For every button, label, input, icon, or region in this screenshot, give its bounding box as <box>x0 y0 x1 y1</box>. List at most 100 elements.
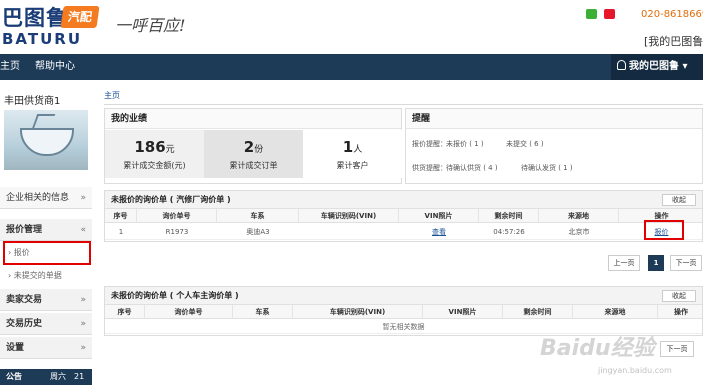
avatar-boat-shape <box>20 128 74 156</box>
col-order: 询价单号 <box>145 305 233 319</box>
col-no: 序号 <box>105 305 145 319</box>
user-menu-button[interactable]: 我的巴图鲁 ▾ <box>611 54 703 80</box>
sidebar-item-label: 企业相关的信息 <box>6 193 70 203</box>
stat-value-customers: 1人 <box>303 138 402 156</box>
chevron-right-icon: » <box>80 295 86 305</box>
col-origin: 来源地 <box>539 209 619 223</box>
notice-day: 21 <box>74 372 85 381</box>
next-page-button[interactable]: 下一页 <box>670 255 702 271</box>
view-photo-link[interactable]: 查看 <box>399 224 479 240</box>
reminder-unquoted-link[interactable]: 未报价 ( 1 ) <box>446 139 484 149</box>
stat-label: 累计成交金额(元) <box>123 161 186 170</box>
stat-value-orders: 2份 <box>204 138 303 156</box>
caret-down-icon: ▾ <box>682 61 688 72</box>
reminder-quote-label: 报价提醒： <box>412 140 447 148</box>
notice-bar[interactable]: 公告 周六 21 <box>0 369 92 385</box>
company-name: 丰田供货商1 <box>4 96 61 107</box>
notice-label: 公告 <box>6 372 22 381</box>
table-header: 序号 询价单号 车系 车辆识别码(VIN) VIN照片 剩余时间 来源地 操作 <box>105 209 702 223</box>
col-action: 操作 <box>674 308 688 316</box>
sidebar-item-label: 卖家交易 <box>6 295 43 305</box>
collapse-button[interactable]: 收起 <box>662 194 696 206</box>
sidebar-item-label: 设置 <box>6 343 25 353</box>
cell-remaining: 04:57:26 <box>493 228 525 236</box>
logo-mark: 汽配 <box>60 6 100 28</box>
prev-page-button[interactable]: 上一页 <box>608 255 640 271</box>
panel-title: 未报价的询价单 ( 汽修厂询价单 ) 收起 <box>105 191 702 209</box>
col-series: 车系 <box>217 209 299 223</box>
stat-number: 186 <box>134 138 166 156</box>
cell-vin <box>299 224 399 240</box>
stat-total-amount: 186元 累计成交金额(元) <box>105 130 204 178</box>
slogan: 一呼百应! <box>115 16 186 35</box>
stat-number: 2 <box>243 138 255 156</box>
sidebar-subitem-unsubmitted[interactable]: › 未提交的单据 <box>0 266 92 286</box>
reminders-box: 提醒 报价提醒： 未报价 ( 1 ) 未提交 ( 6 ) 供货提醒： 待确认供货… <box>405 108 703 184</box>
stat-label: 累计成交订单 <box>229 161 278 170</box>
stat-unit: 元 <box>165 145 175 155</box>
stat-unit: 人 <box>353 145 363 155</box>
phone-number: 020-86186699 <box>641 9 703 20</box>
logo-english[interactable]: BATURU <box>2 31 82 47</box>
stat-label: 累计客户 <box>336 161 369 170</box>
reminder-supply-label: 供货提醒： <box>412 164 447 172</box>
chevron-right-icon: » <box>80 319 86 329</box>
notice-weekday: 周六 <box>50 372 66 381</box>
col-vin-photo: VIN照片 <box>399 209 479 223</box>
reminder-unsubmitted-link[interactable]: 未提交 ( 6 ) <box>506 139 544 149</box>
col-remaining: 剩余时间 <box>503 305 573 319</box>
cell-no: 1 <box>118 228 124 236</box>
cell-series: 奥迪A3 <box>246 228 270 236</box>
sidebar-item-settings[interactable]: 设置 » <box>0 337 92 359</box>
wechat-icon[interactable] <box>586 9 597 19</box>
user-menu-label: 我的巴图鲁 <box>629 61 679 72</box>
nav-home[interactable]: 主页 <box>0 54 20 80</box>
logo-chinese[interactable]: 巴图鲁 <box>2 6 68 30</box>
next-page-button[interactable]: 下一页 <box>660 341 694 357</box>
col-order: 询价单号 <box>137 209 217 223</box>
weibo-icon[interactable] <box>604 9 615 19</box>
table-header: 序号 询价单号 车系 车辆识别码(VIN) VIN照片 剩余时间 来源地 操作 <box>105 305 702 319</box>
reminders-title: 提醒 <box>406 109 702 129</box>
cell-origin: 北京市 <box>568 228 590 236</box>
performance-title: 我的业绩 <box>105 109 401 129</box>
panel-title-text: 未报价的询价单 ( 汽修厂询价单 ) <box>111 195 231 204</box>
highlight-box-quote-action <box>644 220 684 240</box>
site-header: 巴图鲁 汽配 BATURU 一呼百应! 020-86186699 [我的巴图鲁] <box>0 0 703 54</box>
chevron-right-icon: » <box>80 193 86 203</box>
sidebar-item-label: 交易历史 <box>6 319 43 329</box>
breadcrumb[interactable]: 主页 <box>104 90 120 101</box>
reminder-confirm-shipment-link[interactable]: 待确认发货 ( 1 ) <box>521 163 573 173</box>
col-vin: 车辆识别码(VIN) <box>293 305 423 319</box>
panel-title: 未报价的询价单 ( 个人车主询价单 ) 收起 <box>105 287 702 305</box>
reminder-confirm-supply-link[interactable]: 待确认供货 ( 4 ) <box>446 163 498 173</box>
highlight-box-quote <box>3 241 91 265</box>
company-avatar <box>4 110 88 170</box>
panel-personal-inquiries: 未报价的询价单 ( 个人车主询价单 ) 收起 序号 询价单号 车系 车辆识别码(… <box>104 286 703 336</box>
cell-order: R1973 <box>165 228 189 236</box>
col-series: 车系 <box>233 305 293 319</box>
stat-total-customers: 1人 累计客户 <box>303 130 402 178</box>
subitem-label: 未提交的单据 <box>13 271 62 280</box>
col-remaining: 剩余时间 <box>479 209 539 223</box>
user-icon <box>617 60 626 70</box>
collapse-button[interactable]: 收起 <box>662 290 696 302</box>
sidebar-item-company-info[interactable]: 企业相关的信息 » <box>0 187 92 209</box>
current-page-button[interactable]: 1 <box>648 255 664 271</box>
nav-help-center[interactable]: 帮助中心 <box>35 54 75 80</box>
sidebar-item-seller-trade[interactable]: 卖家交易 » <box>0 289 92 311</box>
col-origin: 来源地 <box>573 305 658 319</box>
panel-title-text: 未报价的询价单 ( 个人车主询价单 ) <box>111 291 239 300</box>
col-vin-photo: VIN照片 <box>423 305 503 319</box>
table-row: 1 R1973 奥迪A3 查看 04:57:26 北京市 报价 <box>105 224 702 240</box>
watermark-url: jingyan.baidu.com <box>598 366 672 375</box>
stat-unit: 份 <box>254 145 264 155</box>
stat-total-orders: 2份 累计成交订单 <box>204 130 303 178</box>
my-baturu-link[interactable]: [我的巴图鲁] <box>644 33 703 49</box>
col-no: 序号 <box>105 209 137 223</box>
breadcrumb-divider <box>104 104 703 105</box>
stat-number: 1 <box>342 138 354 156</box>
sidebar-item-quote-management[interactable]: 报价管理 « <box>0 219 92 241</box>
stat-value-amount: 186元 <box>105 138 204 156</box>
sidebar-item-trade-history[interactable]: 交易历史 » <box>0 313 92 335</box>
